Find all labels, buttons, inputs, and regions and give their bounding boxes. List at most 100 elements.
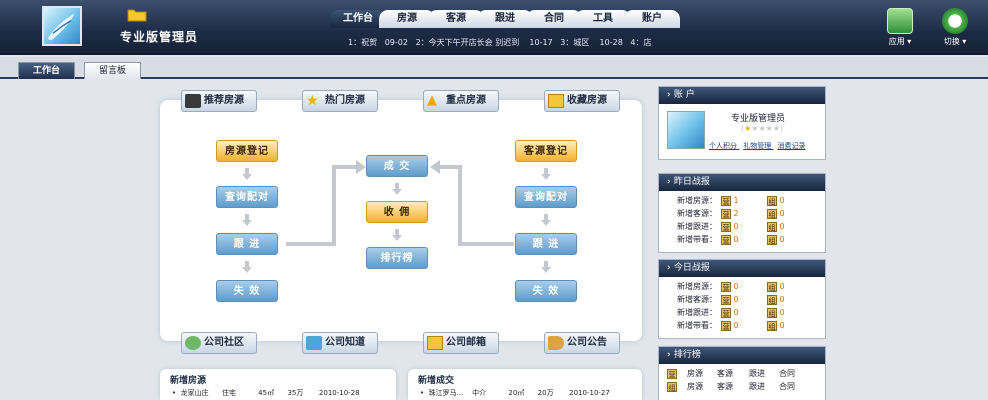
gifts-link[interactable]: 礼物管理 [743,142,771,150]
top-bar: 专业版管理员 工作台 房源 客源 跟进 合同 工具 账户 1：祝贺 09-02 … [0,0,988,55]
account-name: 专业版管理员 [731,114,786,124]
mail-icon [427,336,443,350]
user-name: 专业版管理员 [120,30,199,44]
rank-followup-link[interactable]: 跟进 [749,367,765,380]
badge-group: 组 [767,294,777,305]
apps-icon [887,8,913,34]
tab-account[interactable]: 账户 [624,10,680,28]
stat-group-value: 0 [779,282,785,291]
points-link[interactable]: 个人积分 [709,142,737,150]
badge-store: 营 [667,368,677,379]
badge-group: 组 [767,221,777,232]
rank-clients-link[interactable]: 客源 [717,367,733,380]
tab-listings[interactable]: 房源 [379,10,435,28]
rank-listings-link[interactable]: 房源 [687,367,703,380]
stat-row: 新增房源： 营 1 组 0 [659,194,825,207]
stat-label: 新增带看： [677,321,717,330]
stat-label: 新增客源： [677,295,717,304]
news-ticker[interactable]: 1：祝贺 09-02 2：今天下午开店长会 别迟到 10-17 3：城区 10-… [348,37,652,48]
apps-label: 应用 [888,37,905,46]
stat-store-value: 0 [733,282,739,291]
commission-button[interactable]: 收 佣 [366,201,428,223]
tab-contracts[interactable]: 合同 [526,10,582,28]
rank-contracts-link[interactable]: 合同 [779,367,795,380]
link-label: 公司知道 [325,337,365,348]
folder-icon[interactable] [127,7,147,22]
badge-group: 组 [767,234,777,245]
new-deals-panel: 新增成交 • 珠江罗马... 中介 20㎡ 20万 2010-10-27 [408,369,642,400]
books-icon [306,336,322,350]
ranking-button[interactable]: 排行榜 [366,247,428,269]
stat-group-value: 0 [779,209,785,218]
account-panel: 账 户 专业版管理员 (★★★★★) 个人积分 礼物管理 消费记录 [658,86,826,160]
stat-row: 新增客源： 营 2 组 0 [659,207,825,220]
badge-group: 组 [667,381,677,392]
avatar[interactable] [42,6,82,46]
account-avatar[interactable] [667,111,705,149]
arrow-down-icon [392,183,402,195]
today-report-rows: 新增房源：营 0组 0 新增客源：营 0组 0 新增跟进：营 0组 0 新增带看… [659,277,825,332]
rank-clients-link[interactable]: 客源 [717,380,733,393]
yesterday-report-header: 昨日战报 [659,174,825,191]
badge-group: 组 [767,307,777,318]
stat-group-value: 0 [779,321,785,330]
link-company-knowledge[interactable]: 公司知道 [302,332,378,354]
apps-button[interactable]: 应用 ▾ [880,8,920,47]
account-header: 账 户 [659,87,825,104]
listing-match-button[interactable]: 查询配对 [216,186,278,208]
stat-group-value: 0 [779,196,785,205]
tab-workbench-page[interactable]: 工作台 [18,62,76,79]
spending-link[interactable]: 消费记录 [777,142,805,150]
switch-icon [942,8,968,34]
tab-message-board[interactable]: 留言板 [84,62,142,79]
listing-expired-button[interactable]: 失 效 [216,280,278,302]
link-company-mail[interactable]: 公司邮箱 [423,332,499,354]
listing-register-button[interactable]: 房源登记 [216,140,278,162]
stat-row: 新增带看：营 0组 0 [659,319,825,332]
stat-label: 新增跟进： [677,222,717,231]
client-followup-button[interactable]: 跟 进 [515,233,577,255]
stat-label: 新增房源： [677,196,717,205]
link-hot-listings[interactable]: ★ 热门房源 [302,90,378,112]
switch-button[interactable]: 切换 ▾ [935,8,975,47]
link-company-notice[interactable]: 公司公告 [544,332,620,354]
rank-followup-link[interactable]: 跟进 [749,380,765,393]
list-item[interactable]: • 珠江罗马... 中介 20㎡ 20万 2010-10-27 [408,388,642,398]
stat-row: 新增跟进：营 0组 0 [659,306,825,319]
new-listings-panel: 新增房源 • 龙家山庄 住宅 45㎡ 35万 2010-10-28 [160,369,396,400]
list-item[interactable]: • 龙家山庄 住宅 45㎡ 35万 2010-10-28 [160,388,396,398]
link-recommended-listings[interactable]: 推荐房源 [181,90,257,112]
arrow-down-icon [541,261,551,273]
rank-listings-link[interactable]: 房源 [687,380,703,393]
stat-store-value: 0 [733,308,739,317]
badge-store: 营 [721,221,731,232]
stat-store-value: 1 [733,196,739,205]
badge-store: 营 [721,195,731,206]
stat-label: 新增跟进： [677,308,717,317]
badge-store: 营 [721,307,731,318]
new-listings-title: 新增房源 [170,376,207,386]
client-expired-button[interactable]: 失 效 [515,280,577,302]
tab-tools[interactable]: 工具 [575,10,631,28]
rating-stars: (★★★★★) [741,124,784,133]
tab-workbench[interactable]: 工作台 [330,10,386,28]
stat-store-value: 0 [733,295,739,304]
tab-clients[interactable]: 客源 [428,10,484,28]
rank-contracts-link[interactable]: 合同 [779,380,795,393]
warning-icon: ▲ [427,93,437,108]
client-match-button[interactable]: 查询配对 [515,186,577,208]
ranking-panel: 排行榜 营房源客源跟进合同 组房源客源跟进合同 [658,346,826,400]
chat-icon [185,336,201,350]
arrow-down-icon [541,214,551,226]
stat-store-value: 0 [733,222,739,231]
stat-group-value: 0 [779,308,785,317]
avatar-image [47,13,75,41]
arrow-down-icon [242,214,252,226]
link-key-listings[interactable]: ▲ 重点房源 [423,90,499,112]
tab-followup[interactable]: 跟进 [477,10,533,28]
link-company-community[interactable]: 公司社区 [181,332,257,354]
listing-followup-button[interactable]: 跟 进 [216,233,278,255]
client-register-button[interactable]: 客源登记 [515,140,577,162]
link-saved-listings[interactable]: 收藏房源 [544,90,620,112]
deal-button[interactable]: 成 交 [366,155,428,177]
